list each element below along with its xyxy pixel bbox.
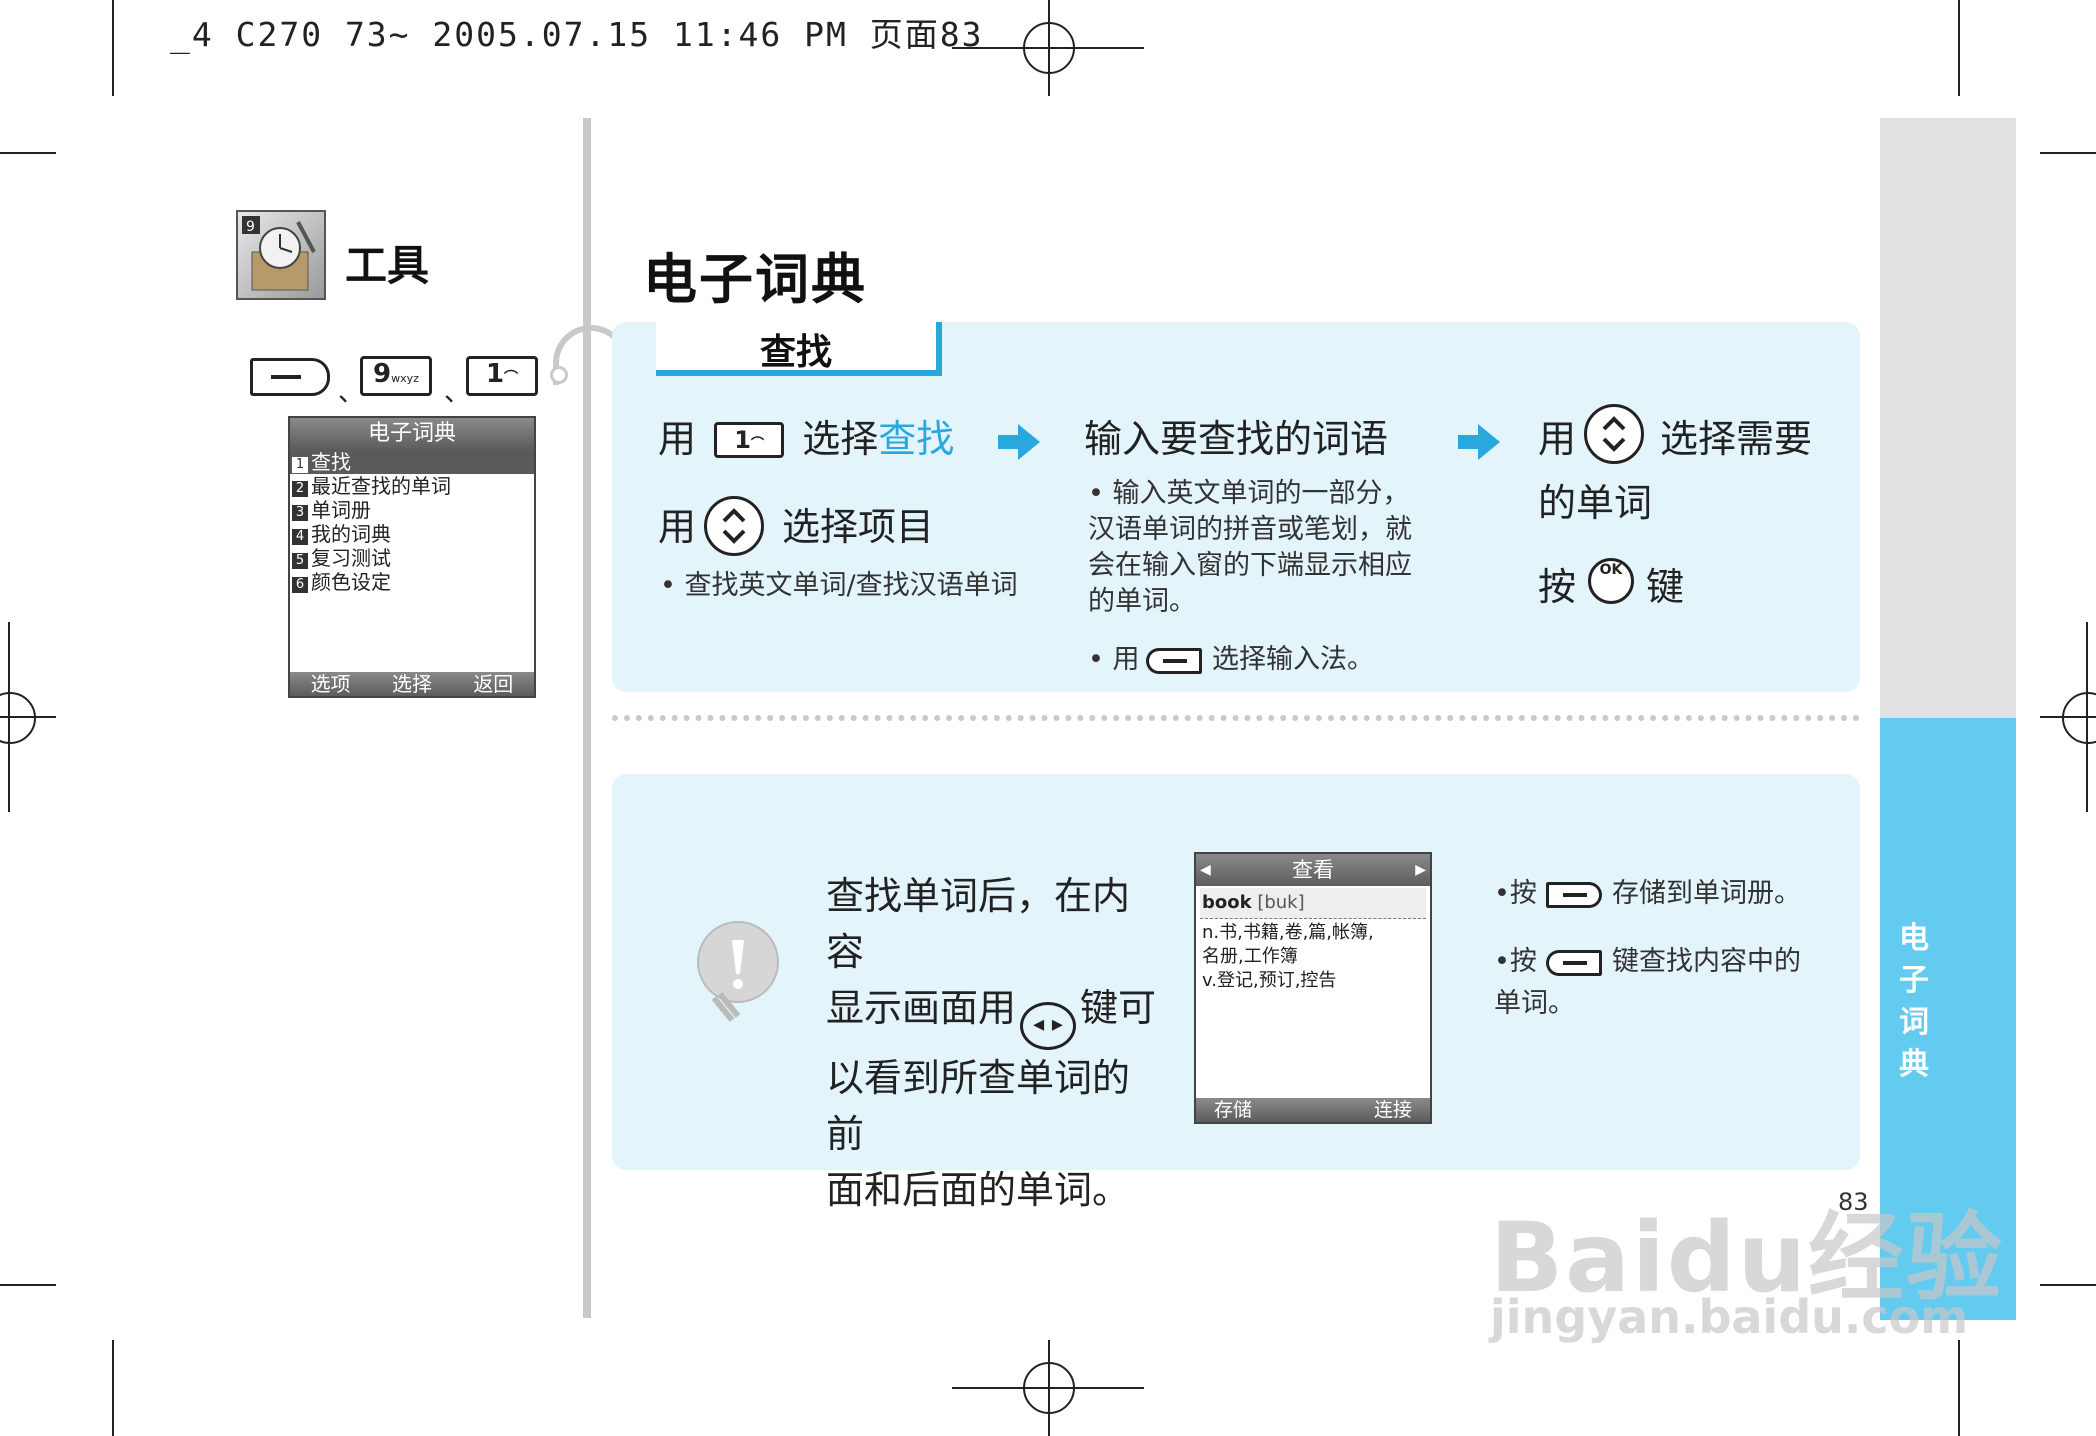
registration-circle (0, 692, 36, 744)
next-arrow-icon (1018, 424, 1040, 460)
right-softkey-icon (1546, 950, 1602, 976)
next-arrow-icon (1458, 435, 1480, 449)
left-arrow-icon: ◀ (1200, 862, 1211, 878)
page-title: 电子词典 (643, 248, 867, 311)
menu-item-wordbook: 3 单词册 (290, 498, 534, 522)
view-word: book [buk] (1200, 888, 1426, 919)
step3-line1-suffix: 选择需要 (1660, 417, 1813, 461)
view-definition: n.书,书籍,卷,篇,帐簿, (1202, 922, 1374, 943)
crop-mark (2040, 152, 2096, 154)
softkey-options: 选项 (310, 672, 351, 696)
step3-line3-prefix: 按 (1538, 565, 1577, 609)
registration-circle (1023, 22, 1075, 74)
step3-line1-prefix: 用 (1538, 417, 1577, 461)
menu-item-color-settings: 6 颜色设定 (290, 570, 534, 594)
step2-bullet2-suffix: 选择输入法。 (1212, 644, 1374, 675)
side-tab-gray (1880, 118, 2016, 718)
right-arrow-icon: ▶ (1415, 862, 1426, 878)
dotted-divider (612, 715, 1860, 721)
registration-circle (2062, 692, 2096, 744)
key-1-icon: 1⌒ (714, 422, 785, 458)
softkey-save: 存储 (1214, 1099, 1253, 1121)
key-1-label: 1 (485, 359, 505, 389)
key-1-icon: 1⌒ (466, 356, 538, 396)
next-arrow-icon (998, 435, 1020, 449)
crop-mark (1958, 1340, 1960, 1436)
note2-prefix: •按 (1494, 946, 1537, 977)
softkey-back: 返回 (473, 672, 514, 696)
lightbulb-icon (692, 920, 782, 1030)
note1-suffix: 存储到单词册。 (1612, 878, 1801, 909)
key-9-icon: 9wxyz (360, 356, 432, 396)
phone-menu-screen: 电子词典 1 查找 2 最近查找的单词 3 单词册 4 我的词典 5 复习测试 6 颜色设定… (288, 416, 536, 698)
left-softkey-icon (1546, 882, 1602, 908)
step1-line2-prefix: 用 (658, 505, 697, 549)
menu-item-search: 1 查找 (290, 450, 534, 474)
key-9-sub: wxyz (391, 372, 419, 385)
tip-text: 查找单词后，在内容 显示画面用 ◂ ▸ 键可 以看到所查单词的前 面和后面的单词。 (826, 874, 1157, 1212)
ok-key-icon: OK (1588, 558, 1634, 604)
registration-circle (1023, 1362, 1075, 1414)
step3-line2: 的单词 (1538, 481, 1653, 525)
watermark-url: jingyan.baidu.com (1490, 1290, 1969, 1344)
phone-menu-title: 电子词典 (290, 418, 534, 450)
highlight-search: 查找 (878, 417, 955, 461)
menu-item-recent: 2 最近查找的单词 (290, 474, 534, 498)
crop-mark (2040, 1284, 2096, 1286)
print-header: _4 C270 73~ 2005.07.15 11:46 PM 页面83 (170, 15, 984, 54)
view-definition: v.登记,预订,控告 (1202, 970, 1337, 991)
step3-line3-suffix: 键 (1646, 565, 1685, 609)
svg-text:9: 9 (246, 219, 255, 235)
tools-icon: 9 (236, 210, 326, 300)
section-title: 工具 (345, 241, 430, 290)
crop-mark (112, 1340, 114, 1436)
panel-tab-label: 查找 (759, 332, 832, 373)
binder-ring-dot (550, 366, 568, 384)
step2-bullet2: • 用 (1088, 644, 1140, 675)
crop-mark (1958, 0, 1960, 96)
menu-item-my-dictionary: 4 我的词典 (290, 522, 534, 546)
note2-line2: 单词。 (1494, 988, 1575, 1019)
view-softkeys: 存储 连接 (1196, 1098, 1430, 1122)
step2-bullet1: • 输入英文单词的一部分，汉语单词的拼音或笔划，就会在输入窗的下端显示相应的单词… (1088, 478, 1412, 617)
crop-mark (0, 1284, 56, 1286)
column-divider (583, 118, 591, 1318)
softkey-link: 连接 (1373, 1099, 1412, 1121)
crop-mark (112, 0, 114, 96)
step2-title: 输入要查找的词语 (1084, 417, 1389, 461)
phone-menu-softkeys: 选项 选择 返回 (290, 672, 534, 696)
nav-left-right-icon: ◂ ▸ (1020, 1002, 1077, 1050)
right-softkey-icon (1146, 648, 1202, 674)
step1-line1: 用 1⌒ 选择查找 (658, 417, 955, 461)
note1-prefix: •按 (1494, 878, 1537, 909)
step1-line2-suffix: 选择项目 (782, 505, 935, 549)
phone-view-screen: ◀ 查看 ▶ book [buk] n.书,书籍,卷,篇,帐簿, 名册,工作簿 … (1194, 852, 1432, 1124)
menu-item-review-test: 5 复习测试 (290, 546, 534, 570)
view-title: ◀ 查看 ▶ (1196, 854, 1430, 886)
view-definition: 名册,工作簿 (1202, 946, 1298, 967)
softkey-select: 选择 (391, 672, 432, 696)
side-tab-label: 电 子 词 典 (1899, 921, 1929, 1082)
nav-up-down-icon (704, 496, 764, 556)
left-softkey-icon (250, 358, 330, 396)
nav-up-down-icon (1584, 404, 1644, 464)
note2-suffix: 键查找内容中的 (1612, 946, 1801, 977)
crop-mark (0, 152, 56, 154)
next-arrow-icon (1478, 424, 1500, 460)
step1-bullet: • 查找英文单词/查找汉语单词 (660, 570, 1018, 601)
key-9-label: 9 (373, 359, 392, 389)
